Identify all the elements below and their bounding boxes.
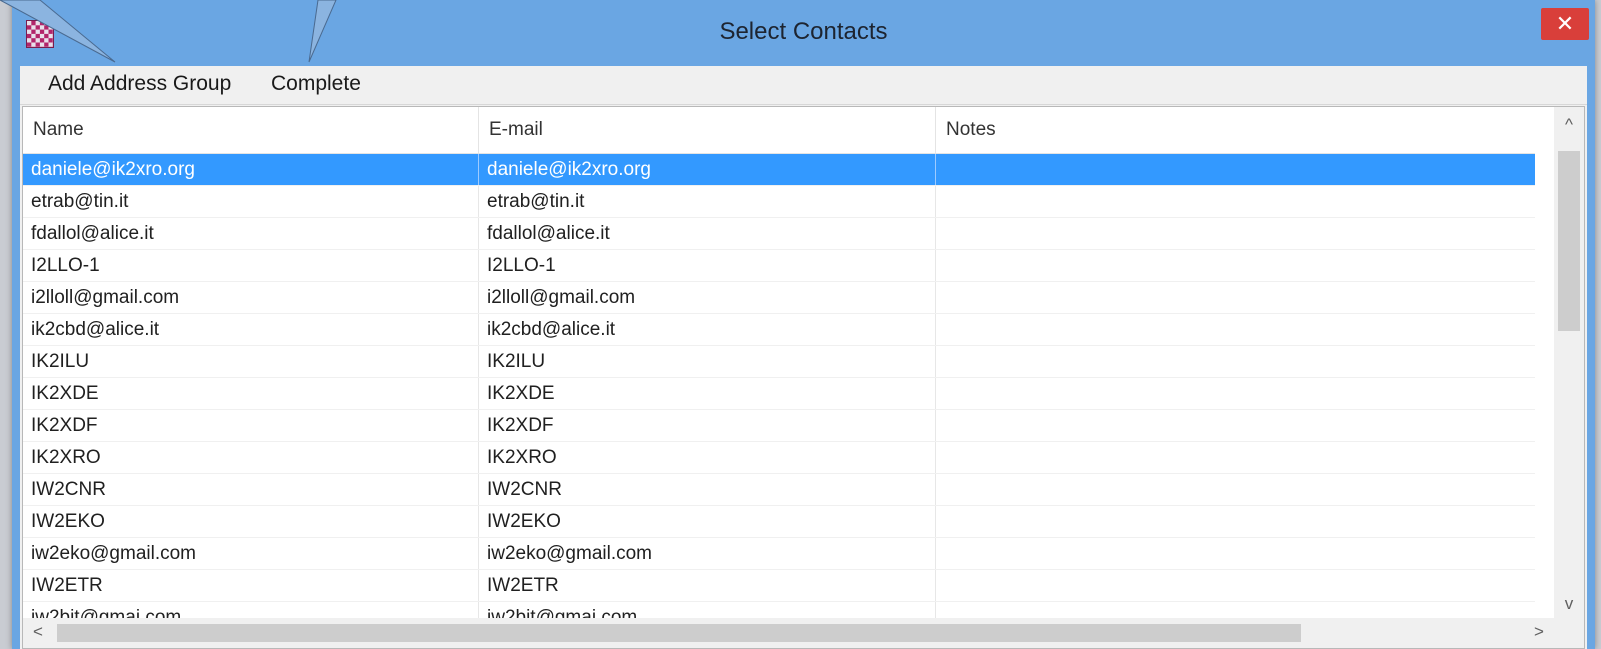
- cell-notes: [936, 218, 1535, 249]
- cell-email: IW2EKO: [479, 506, 936, 537]
- cell-name: ik2cbd@alice.it: [23, 314, 479, 345]
- cell-email: etrab@tin.it: [479, 186, 936, 217]
- menu-complete[interactable]: Complete: [269, 72, 363, 96]
- cell-email: IW2CNR: [479, 474, 936, 505]
- table-row[interactable]: IK2XDF IK2XDF: [23, 410, 1535, 442]
- horizontal-scrollbar[interactable]: < >: [23, 618, 1554, 648]
- list-header: Name E-mail Notes: [23, 107, 1535, 154]
- client-area: Add Address Group Complete Name E-mail N…: [20, 66, 1587, 649]
- cell-notes: [936, 474, 1535, 505]
- cell-name: i2lloll@gmail.com: [23, 282, 479, 313]
- menu-add-address-group[interactable]: Add Address Group: [46, 72, 233, 96]
- cell-email: IK2XRO: [479, 442, 936, 473]
- cell-name: IK2XDE: [23, 378, 479, 409]
- contacts-list[interactable]: Name E-mail Notes daniele@ik2xro.org dani…: [22, 106, 1585, 649]
- cell-notes: [936, 154, 1535, 185]
- table-row[interactable]: ik2cbd@alice.it ik2cbd@alice.it: [23, 314, 1535, 346]
- table-row[interactable]: IK2XDE IK2XDE: [23, 378, 1535, 410]
- scroll-up-arrow-icon[interactable]: ^: [1554, 115, 1584, 135]
- cell-notes: [936, 506, 1535, 537]
- table-row[interactable]: i2lloll@gmail.com i2lloll@gmail.com: [23, 282, 1535, 314]
- list-rows: daniele@ik2xro.org daniele@ik2xro.org etra…: [23, 154, 1535, 634]
- column-header-name[interactable]: Name: [23, 107, 479, 153]
- table-row[interactable]: I2LLO-1 I2LLO-1: [23, 250, 1535, 282]
- cell-name: IK2XRO: [23, 442, 479, 473]
- cell-email: IW2ETR: [479, 570, 936, 601]
- table-row[interactable]: IW2EKO IW2EKO: [23, 506, 1535, 538]
- column-header-notes[interactable]: Notes: [936, 107, 1535, 153]
- cell-name: etrab@tin.it: [23, 186, 479, 217]
- cell-email: iw2eko@gmail.com: [479, 538, 936, 569]
- cell-notes: [936, 570, 1535, 601]
- table-row[interactable]: iw2eko@gmail.com iw2eko@gmail.com: [23, 538, 1535, 570]
- cell-name: I2LLO-1: [23, 250, 479, 281]
- table-row[interactable]: IW2ETR IW2ETR: [23, 570, 1535, 602]
- select-contacts-window: Select Contacts ✕ Add Address Group Comp…: [12, 0, 1595, 649]
- cell-notes: [936, 378, 1535, 409]
- cell-notes: [936, 186, 1535, 217]
- cell-email: IK2ILU: [479, 346, 936, 377]
- horizontal-scroll-thumb[interactable]: [57, 624, 1301, 642]
- cell-notes: [936, 250, 1535, 281]
- cell-email: daniele@ik2xro.org: [479, 154, 936, 185]
- vertical-scrollbar[interactable]: ^ v: [1554, 107, 1584, 618]
- scroll-left-arrow-icon[interactable]: <: [23, 622, 53, 642]
- cell-notes: [936, 282, 1535, 313]
- table-row[interactable]: daniele@ik2xro.org daniele@ik2xro.org: [23, 154, 1535, 186]
- table-row[interactable]: fdallol@alice.it fdallol@alice.it: [23, 218, 1535, 250]
- cell-notes: [936, 346, 1535, 377]
- cell-notes: [936, 538, 1535, 569]
- cell-email: I2LLO-1: [479, 250, 936, 281]
- cell-name: daniele@ik2xro.org: [23, 154, 479, 185]
- cell-name: iw2eko@gmail.com: [23, 538, 479, 569]
- cell-email: ik2cbd@alice.it: [479, 314, 936, 345]
- cell-name: IK2ILU: [23, 346, 479, 377]
- close-button[interactable]: ✕: [1541, 8, 1589, 40]
- table-row[interactable]: etrab@tin.it etrab@tin.it: [23, 186, 1535, 218]
- cell-notes: [936, 442, 1535, 473]
- scroll-right-arrow-icon[interactable]: >: [1524, 622, 1554, 642]
- table-row[interactable]: IK2XRO IK2XRO: [23, 442, 1535, 474]
- cell-email: IK2XDE: [479, 378, 936, 409]
- scrollbar-corner: [1554, 618, 1584, 648]
- cell-email: fdallol@alice.it: [479, 218, 936, 249]
- cell-name: IW2EKO: [23, 506, 479, 537]
- cell-name: IW2ETR: [23, 570, 479, 601]
- menu-bar: Add Address Group Complete: [20, 66, 1587, 105]
- table-row[interactable]: IW2CNR IW2CNR: [23, 474, 1535, 506]
- cell-notes: [936, 410, 1535, 441]
- scroll-down-arrow-icon[interactable]: v: [1554, 594, 1584, 614]
- table-row[interactable]: IK2ILU IK2ILU: [23, 346, 1535, 378]
- cell-name: IW2CNR: [23, 474, 479, 505]
- column-header-email[interactable]: E-mail: [479, 107, 936, 153]
- callout-pointers: [0, 0, 337, 63]
- cell-email: i2lloll@gmail.com: [479, 282, 936, 313]
- cell-name: IK2XDF: [23, 410, 479, 441]
- cell-name: fdallol@alice.it: [23, 218, 479, 249]
- vertical-scroll-thumb[interactable]: [1558, 151, 1580, 331]
- cell-email: IK2XDF: [479, 410, 936, 441]
- cell-notes: [936, 314, 1535, 345]
